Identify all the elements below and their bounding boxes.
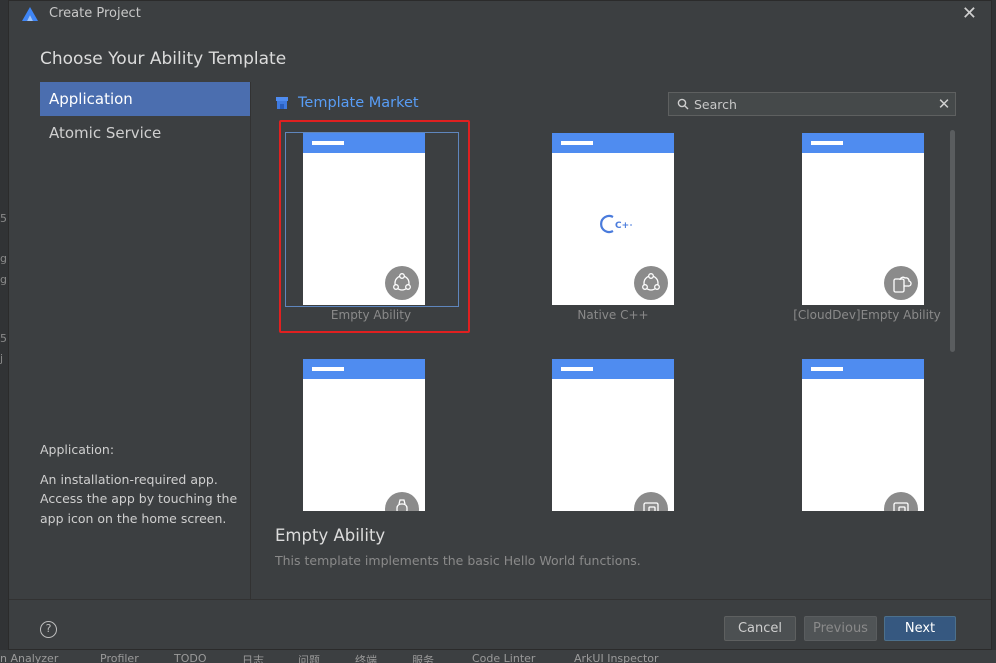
template-preview <box>552 359 674 511</box>
dialog-titlebar: Create Project ✕ <box>9 1 991 28</box>
close-icon[interactable]: ✕ <box>962 4 977 24</box>
description-line: Access the app by touching the <box>40 491 238 506</box>
toolbar-item-todo[interactable]: TODO <box>174 652 207 663</box>
cancel-button[interactable]: Cancel <box>724 616 796 641</box>
toolbar-item-code-linter[interactable]: Code Linter <box>472 652 535 663</box>
template-detail-description: This template implements the basic Hello… <box>275 553 641 568</box>
preview-title-bar <box>303 359 425 379</box>
template-gallery: Empty Ability C++ <box>269 121 949 511</box>
template-preview <box>303 359 425 511</box>
cpp-logo-text: C++ <box>615 221 632 231</box>
nav-item-atomic-service[interactable]: Atomic Service <box>40 116 250 150</box>
tablet-icon <box>884 492 918 511</box>
preview-title-bar <box>802 133 924 153</box>
watch-icon <box>385 492 419 511</box>
store-icon <box>276 97 288 109</box>
nav-item-application[interactable]: Application <box>40 82 250 116</box>
toolbar-item-services[interactable]: 服务 <box>412 652 434 663</box>
preview-title-bar <box>552 133 674 153</box>
search-box: ✕ <box>668 92 956 116</box>
ide-bottom-toolbar: n Analyzer Profiler TODO 日志 问题 终端 服务 Cod… <box>0 650 996 663</box>
clear-search-icon[interactable]: ✕ <box>933 95 955 113</box>
ide-mark: 5 <box>0 212 7 225</box>
search-input[interactable] <box>694 96 933 112</box>
template-market-label[interactable]: Template Market <box>298 95 419 111</box>
panel-divider <box>250 82 251 600</box>
ide-mark: 5 <box>0 332 7 345</box>
template-card-native-cpp[interactable]: C++ Native C++ <box>525 121 705 322</box>
description-title: Application: <box>40 442 115 457</box>
tablet-icon <box>634 492 668 511</box>
search-icon <box>677 98 689 110</box>
ability-icon <box>634 266 668 300</box>
ide-right-gutter <box>992 0 996 663</box>
template-card-4[interactable] <box>276 347 456 511</box>
template-market-link[interactable]: Template Market <box>275 95 419 111</box>
ide-mark: g <box>0 273 7 286</box>
description-line: app icon on the home screen. <box>40 510 227 526</box>
screen: 5 g g 5 j n Analyzer Profiler TODO 日志 问题… <box>0 0 996 663</box>
template-card-6[interactable] <box>775 347 949 511</box>
description-line: An installation-required app. <box>40 471 218 487</box>
preview-title-bar <box>303 133 425 153</box>
toolbar-item-profiler[interactable]: Profiler <box>100 652 139 663</box>
template-label: Empty Ability <box>330 308 412 322</box>
template-preview <box>802 133 924 305</box>
toolbar-item-arkui-inspector[interactable]: ArkUI Inspector <box>574 652 659 663</box>
footer-divider <box>9 599 991 600</box>
preview-title-bar <box>552 359 674 379</box>
toolbar-item-analyzer[interactable]: n Analyzer <box>0 652 58 663</box>
cloud-device-icon <box>884 266 918 300</box>
template-card-empty-ability[interactable]: Empty Ability <box>269 121 459 322</box>
cpp-logo: C++ <box>598 213 637 239</box>
template-label: [CloudDev]Empty Ability <box>793 308 941 322</box>
next-button[interactable]: Next <box>884 616 956 641</box>
template-preview <box>802 359 924 511</box>
toolbar-item-problems[interactable]: 问题 <box>298 652 320 663</box>
ide-left-gutter: 5 g g 5 j <box>0 0 8 663</box>
template-label: Native C++ <box>577 308 649 322</box>
dialog-title: Create Project <box>49 6 141 21</box>
ide-mark: j <box>0 352 4 365</box>
create-project-dialog: Create Project ✕ Choose Your Ability Tem… <box>8 0 992 650</box>
ide-mark: g <box>0 252 7 265</box>
deveco-logo-icon <box>22 7 38 21</box>
template-card-5[interactable] <box>525 347 705 511</box>
help-icon[interactable]: ? <box>40 621 57 638</box>
category-description: Application: An installation-required ap… <box>40 440 240 528</box>
gallery-scrollbar[interactable] <box>950 130 955 352</box>
toolbar-item-terminal[interactable]: 终端 <box>355 652 377 663</box>
page-title: Choose Your Ability Template <box>40 49 287 69</box>
template-card-clouddev-empty-ability[interactable]: [CloudDev]Empty Ability <box>775 121 949 322</box>
ability-icon <box>385 266 419 300</box>
template-category-nav: Application Atomic Service <box>40 82 250 150</box>
template-preview <box>303 133 425 305</box>
previous-button[interactable]: Previous <box>804 616 877 641</box>
template-preview: C++ <box>552 133 674 305</box>
toolbar-item-log[interactable]: 日志 <box>242 652 264 663</box>
preview-title-bar <box>802 359 924 379</box>
template-detail-title: Empty Ability <box>275 526 386 545</box>
